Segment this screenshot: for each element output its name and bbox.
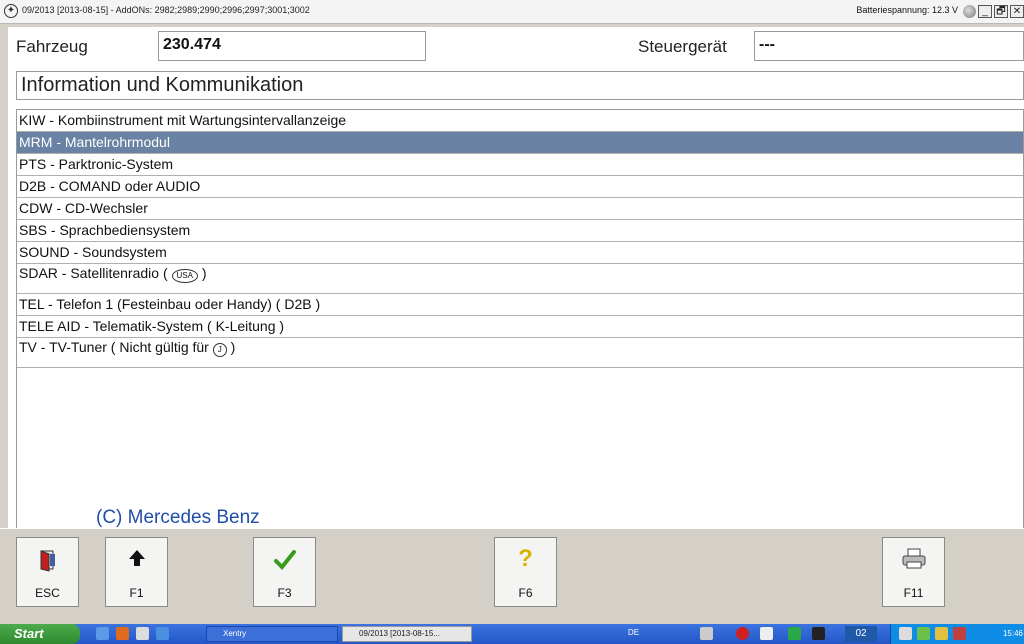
japan-badge-icon: J bbox=[212, 343, 227, 358]
browser-icon[interactable] bbox=[156, 627, 169, 640]
taskbar: Start Xentry 09/2013 [2013-08-15... DE 0… bbox=[0, 624, 1024, 644]
checkmark-icon bbox=[254, 548, 315, 576]
pdf-icon[interactable] bbox=[116, 627, 129, 640]
close-button[interactable]: ✕ bbox=[1010, 5, 1024, 18]
tray-app-icon[interactable] bbox=[760, 627, 773, 640]
section-title: Information und Kommunikation bbox=[16, 71, 1024, 100]
taskbar-item-xentry[interactable]: Xentry bbox=[206, 626, 338, 642]
arrow-up-icon bbox=[106, 548, 167, 572]
list-item-selected[interactable]: MRM - Mantelrohrmodul bbox=[17, 132, 1023, 154]
email-icon[interactable] bbox=[136, 627, 149, 640]
network-icon[interactable] bbox=[899, 627, 912, 640]
list-item[interactable]: SBS - Sprachbediensystem bbox=[17, 220, 1023, 242]
exit-door-icon bbox=[17, 548, 78, 576]
battery-status-icon bbox=[963, 5, 976, 18]
vehicle-field[interactable]: 230.474 bbox=[158, 31, 426, 61]
list-item[interactable]: TEL - Telefon 1 (Festeinbau oder Handy) … bbox=[17, 294, 1023, 316]
vehicle-label: Fahrzeug bbox=[16, 37, 88, 56]
tray-counter[interactable]: 02 bbox=[845, 626, 877, 642]
list-item[interactable]: TV - TV-Tuner ( Nicht gültig für J ) bbox=[17, 338, 1023, 368]
ecu-list: KIW - Kombiinstrument mit Wartungsinterv… bbox=[16, 109, 1024, 528]
printer-icon bbox=[883, 548, 944, 574]
tray-app-icon[interactable] bbox=[812, 627, 825, 640]
minimize-button[interactable]: _ bbox=[978, 5, 992, 18]
no-entry-icon[interactable] bbox=[736, 627, 749, 640]
tray-app-icon[interactable] bbox=[935, 627, 948, 640]
function-bar: ESC F1 F3 ? F6 F11 bbox=[0, 528, 1024, 621]
tray-app-icon[interactable] bbox=[917, 627, 930, 640]
f11-button[interactable]: F11 bbox=[882, 537, 945, 607]
f1-button[interactable]: F1 bbox=[105, 537, 168, 607]
list-item[interactable]: KIW - Kombiinstrument mit Wartungsinterv… bbox=[17, 110, 1023, 132]
ecu-label: Steuergerät bbox=[638, 37, 727, 56]
tray-app-icon[interactable] bbox=[953, 627, 966, 640]
clock: 15:46 bbox=[1002, 629, 1023, 638]
usa-badge-icon: USA bbox=[171, 269, 198, 284]
window-title: 09/2013 [2013-08-15] - AddONs: 2982;2989… bbox=[22, 5, 310, 15]
tray-app-icon[interactable] bbox=[788, 627, 801, 640]
list-item[interactable]: TELE AID - Telematik-System ( K-Leitung … bbox=[17, 316, 1023, 338]
list-item[interactable]: SDAR - Satellitenradio ( USA ) bbox=[17, 264, 1023, 294]
title-bar: ✦ 09/2013 [2013-08-15] - AddONs: 2982;29… bbox=[0, 0, 1024, 24]
mercedes-star-icon: ✦ bbox=[4, 4, 18, 18]
language-indicator[interactable]: DE bbox=[628, 628, 639, 637]
list-item[interactable]: PTS - Parktronic-System bbox=[17, 154, 1023, 176]
tray-app-icon[interactable] bbox=[700, 627, 713, 640]
copyright-text: (C) Mercedes Benz bbox=[96, 507, 260, 528]
f3-button[interactable]: F3 bbox=[253, 537, 316, 607]
help-icon: ? bbox=[518, 545, 533, 572]
list-item[interactable]: SOUND - Soundsystem bbox=[17, 242, 1023, 264]
esc-button[interactable]: ESC bbox=[16, 537, 79, 607]
taskbar-item-das[interactable]: 09/2013 [2013-08-15... bbox=[342, 626, 472, 642]
list-item[interactable]: CDW - CD-Wechsler bbox=[17, 198, 1023, 220]
restore-button[interactable]: 🗗 bbox=[994, 5, 1008, 18]
start-button[interactable]: Start bbox=[0, 624, 80, 644]
ecu-field[interactable]: --- bbox=[754, 31, 1024, 61]
system-tray: 15:46 bbox=[890, 624, 1024, 644]
main-panel: Fahrzeug 230.474 Steuergerät --- Informa… bbox=[8, 27, 1024, 528]
quicklaunch-icon[interactable] bbox=[96, 627, 109, 640]
list-item[interactable]: D2B - COMAND oder AUDIO bbox=[17, 176, 1023, 198]
battery-voltage: Batteriespannung: 12.3 V bbox=[856, 5, 958, 15]
f6-button[interactable]: ? F6 bbox=[494, 537, 557, 607]
